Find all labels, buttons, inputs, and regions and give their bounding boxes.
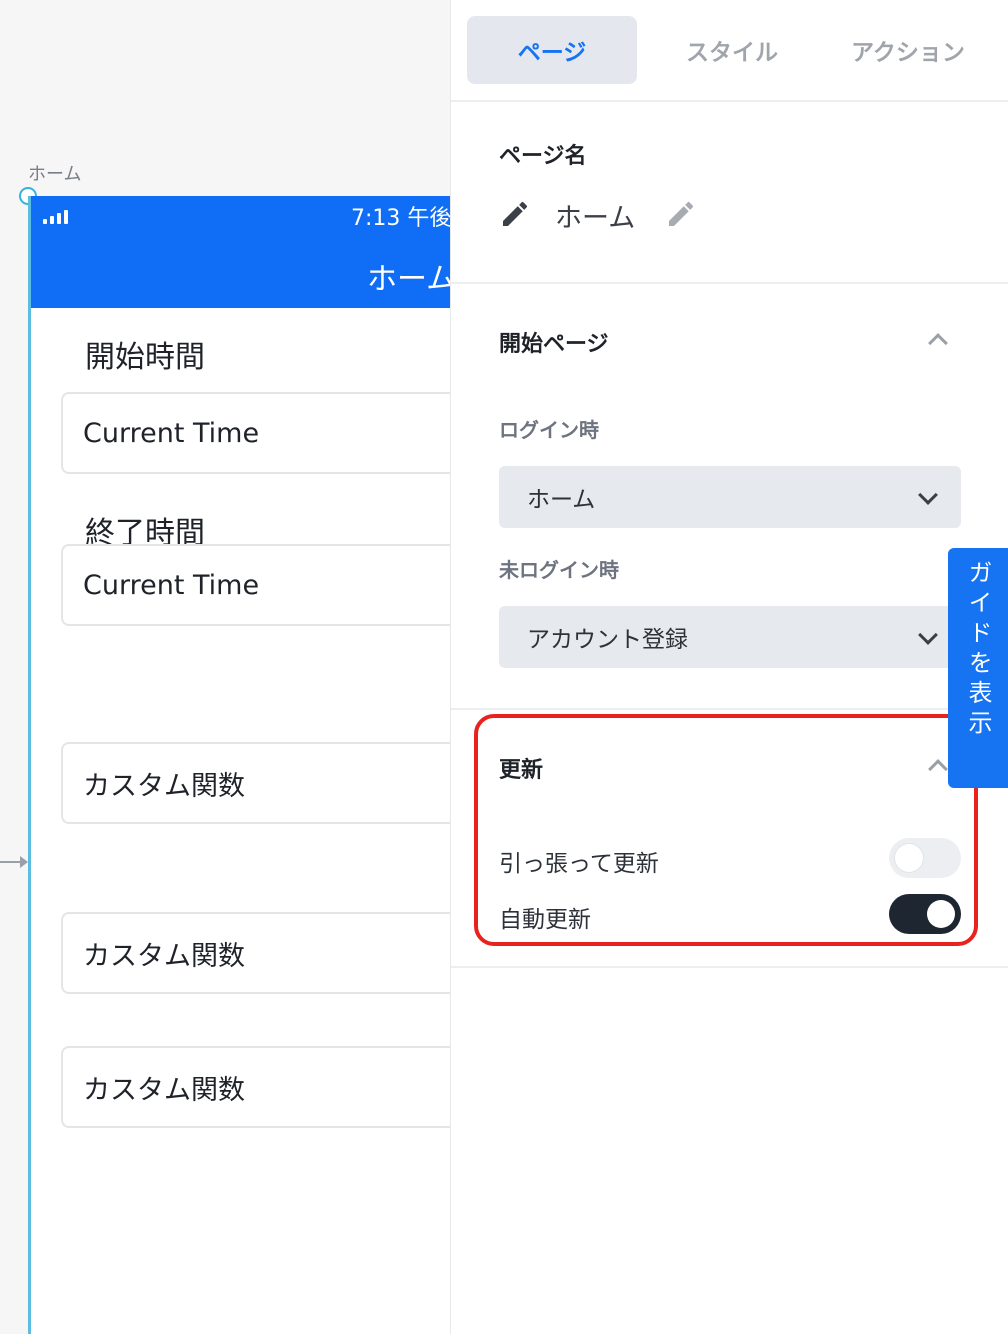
custom-function-1[interactable]: カスタム関数: [61, 742, 450, 824]
pencil-icon: [499, 198, 531, 234]
tab-action[interactable]: アクション: [827, 16, 989, 84]
login-page-select[interactable]: ホーム: [499, 466, 961, 528]
tab-page[interactable]: ページ: [467, 16, 637, 84]
pull-to-refresh-toggle[interactable]: [889, 838, 961, 878]
not-logged-in-label: 未ログイン時: [499, 558, 619, 582]
panel-tabs: ページ スタイル アクション: [451, 0, 1008, 102]
tab-style[interactable]: スタイル: [647, 16, 817, 84]
signal-icon: [43, 208, 68, 224]
refresh-title: 更新: [499, 758, 544, 783]
app-canvas: ホーム 7:13 午後 ホーム 開始時間 Current Time 終了時間 C…: [0, 0, 450, 1334]
toggle-knob: [895, 844, 923, 872]
auto-refresh-label: 自動更新: [499, 907, 591, 933]
properties-panel: ページ スタイル アクション ページ名 ホーム 開始ページ ログイン時 ホーム …: [450, 0, 1008, 1334]
custom-function-3[interactable]: カスタム関数: [61, 1046, 450, 1128]
page-name-title: ページ名: [499, 144, 587, 169]
custom-function-2[interactable]: カスタム関数: [61, 912, 450, 994]
chevron-up-icon[interactable]: [928, 333, 948, 353]
connector-arrow: [0, 856, 28, 868]
login-label: ログイン時: [499, 418, 599, 442]
status-bar: 7:13 午後 ホーム: [31, 196, 450, 308]
screen-label: ホーム: [28, 164, 82, 185]
guide-button[interactable]: ガイドを表示: [948, 548, 1008, 788]
toggle-knob: [927, 900, 955, 928]
divider: [451, 282, 1008, 284]
login-page-value: ホーム: [527, 487, 596, 513]
start-page-title: 開始ページ: [499, 332, 609, 357]
nav-title: ホーム: [367, 262, 450, 297]
page-name-value: ホーム: [555, 203, 636, 234]
pull-to-refresh-label: 引っ張って更新: [499, 851, 659, 877]
chevron-up-icon[interactable]: [928, 759, 948, 779]
chevron-down-icon: [918, 485, 938, 505]
end-time-field[interactable]: Current Time: [61, 544, 450, 626]
status-time: 7:13 午後: [351, 206, 450, 231]
start-time-field[interactable]: Current Time: [61, 392, 450, 474]
guide-button-label: ガイドを表示: [964, 560, 992, 740]
edit-icon[interactable]: [665, 198, 697, 234]
divider: [451, 966, 1008, 968]
not-logged-in-page-value: アカウント登録: [527, 627, 688, 653]
auto-refresh-toggle[interactable]: [889, 894, 961, 934]
page-name-row: ホーム: [499, 196, 697, 235]
phone-preview[interactable]: 7:13 午後 ホーム 開始時間 Current Time 終了時間 Curre…: [28, 196, 450, 1334]
chevron-down-icon: [918, 625, 938, 645]
start-time-label: 開始時間: [85, 340, 205, 375]
not-logged-in-page-select[interactable]: アカウント登録: [499, 606, 961, 668]
divider: [451, 708, 1008, 710]
